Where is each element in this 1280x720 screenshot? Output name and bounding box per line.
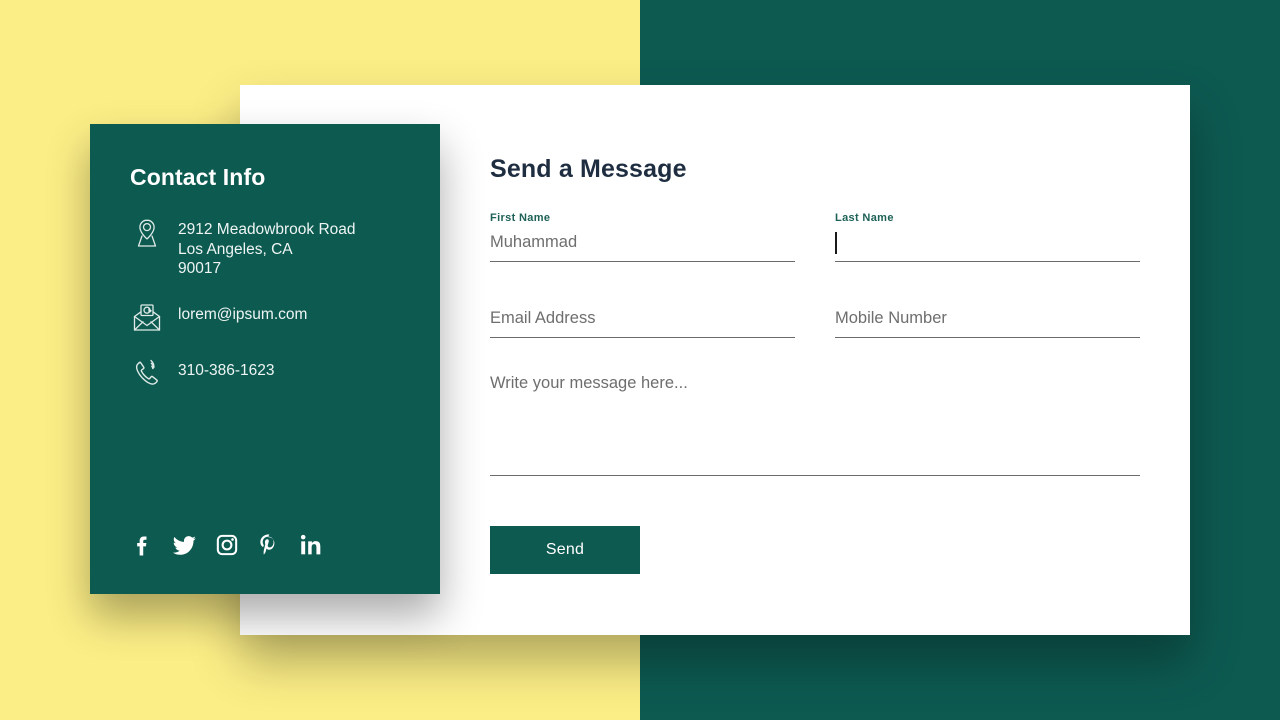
pinterest-icon[interactable] [256, 532, 282, 558]
contact-info-item-address: 2912 Meadowbrook Road Los Angeles, CA 90… [130, 218, 400, 279]
twitter-icon[interactable] [172, 532, 198, 558]
facebook-icon[interactable] [130, 532, 156, 558]
contact-info-item-phone: 310-386-1623 [130, 359, 400, 391]
location-pin-icon [130, 216, 164, 250]
send-button[interactable]: Send [490, 526, 640, 574]
message-input[interactable] [490, 372, 1140, 476]
social-links [130, 532, 324, 558]
address-line-2: Los Angeles, CA [178, 240, 293, 258]
contact-info-item-email: lorem@ipsum.com [130, 303, 400, 335]
mobile-input[interactable] [835, 306, 1140, 338]
address-line-3: 90017 [178, 260, 222, 277]
message-form: Send a Message First Name Last Name Emai… [490, 155, 1140, 574]
contact-info-address-text: 2912 Meadowbrook Road Los Angeles, CA 90… [178, 218, 356, 279]
contact-info-phone-text: 310-386-1623 [178, 359, 275, 381]
contact-info-email-text: lorem@ipsum.com [178, 303, 307, 325]
email-value: lorem@ipsum.com [178, 305, 308, 323]
mobile-field: Mobile Number [835, 288, 1140, 338]
text-cursor [835, 232, 837, 254]
last-name-field: Last Name [835, 212, 1140, 262]
first-name-input[interactable] [490, 230, 795, 262]
panel-title: Contact Info [130, 164, 266, 190]
message-field [490, 372, 1140, 481]
first-name-label: First Name [490, 212, 551, 224]
phone-icon [130, 357, 164, 391]
last-name-input[interactable] [835, 230, 1140, 262]
address-line-1: 2912 Meadowbrook Road [178, 221, 356, 238]
instagram-icon[interactable] [214, 532, 240, 558]
first-name-field: First Name [490, 212, 795, 262]
contact-field-row: Email Address Mobile Number [490, 288, 1140, 364]
name-field-row: First Name Last Name [490, 212, 1140, 288]
linkedin-icon[interactable] [298, 532, 324, 558]
email-input[interactable] [490, 306, 795, 338]
email-field: Email Address [490, 288, 795, 338]
last-name-label: Last Name [835, 212, 894, 224]
phone-value: 310-386-1623 [178, 361, 275, 379]
email-envelope-icon [130, 301, 164, 335]
contact-info-panel: Contact Info 2912 Meadowbrook Road Los A… [90, 124, 440, 594]
form-title: Send a Message [490, 155, 687, 183]
